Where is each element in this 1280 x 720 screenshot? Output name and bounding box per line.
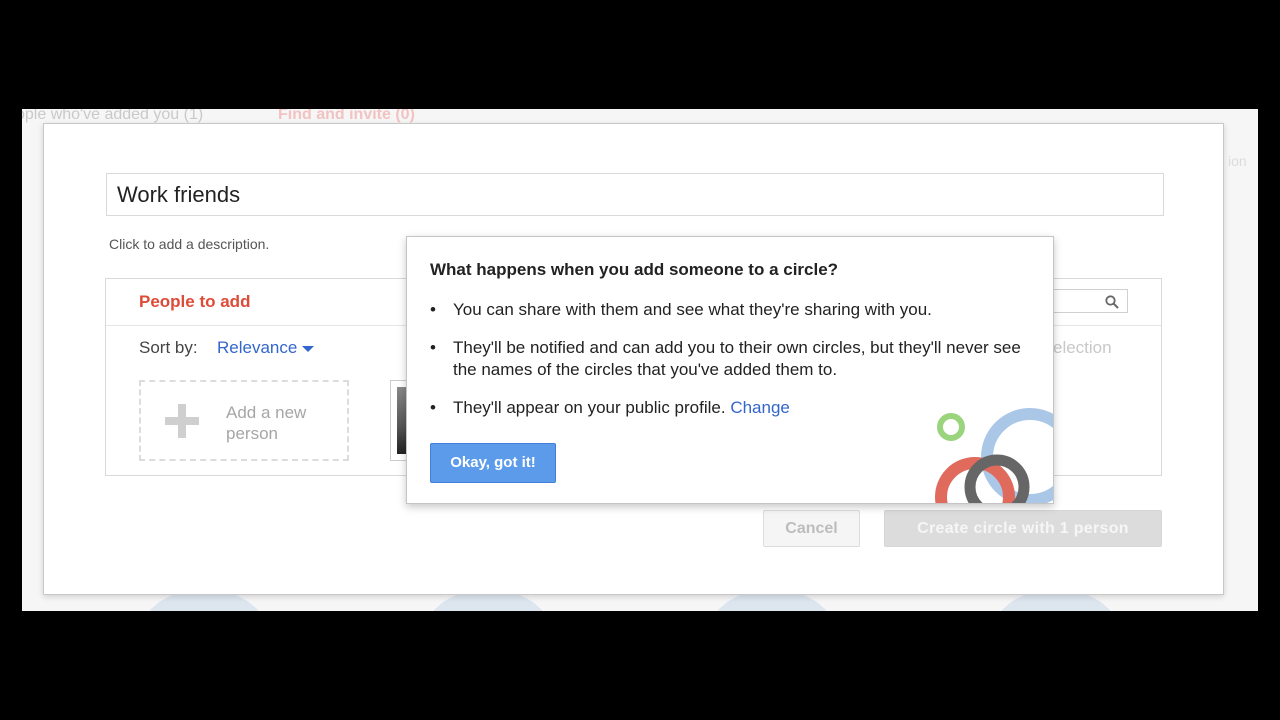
- add-person-label: Add a new person: [226, 403, 307, 443]
- sort-label: Sort by:: [139, 338, 198, 357]
- circle-info-popup: What happens when you add someone to a c…: [406, 236, 1054, 504]
- okay-got-it-button[interactable]: Okay, got it!: [430, 443, 556, 483]
- search-icon[interactable]: [1105, 295, 1119, 309]
- circles-logo-icon: [935, 408, 1053, 503]
- background-right-text: ion: [1228, 153, 1247, 169]
- change-link[interactable]: Change: [730, 398, 790, 417]
- description-field[interactable]: Click to add a description.: [109, 236, 269, 252]
- tab-people-to-add[interactable]: People to add: [139, 292, 250, 312]
- add-new-person-button[interactable]: Add a new person: [139, 380, 349, 461]
- popup-bullet-share: You can share with them and see what the…: [430, 299, 1030, 321]
- caret-down-icon: [302, 345, 315, 352]
- plus-icon: [165, 404, 199, 438]
- tab-people-added-you[interactable]: ople who've added you (1): [22, 109, 203, 124]
- cancel-button[interactable]: Cancel: [763, 510, 860, 547]
- sort-value: Relevance: [217, 338, 298, 357]
- circle-name-input[interactable]: [106, 173, 1164, 216]
- popup-title: What happens when you add someone to a c…: [430, 260, 839, 279]
- popup-bullet-profile-text: They'll appear on your public profile.: [453, 398, 726, 417]
- create-circle-button[interactable]: Create circle with 1 person: [884, 510, 1162, 547]
- sort-dropdown[interactable]: Relevance: [217, 338, 315, 358]
- tab-find-and-invite[interactable]: Find and invite (0): [278, 109, 415, 124]
- selection-link[interactable]: election: [1053, 338, 1112, 358]
- popup-bullet-notified: They'll be notified and can add you to t…: [430, 337, 1030, 381]
